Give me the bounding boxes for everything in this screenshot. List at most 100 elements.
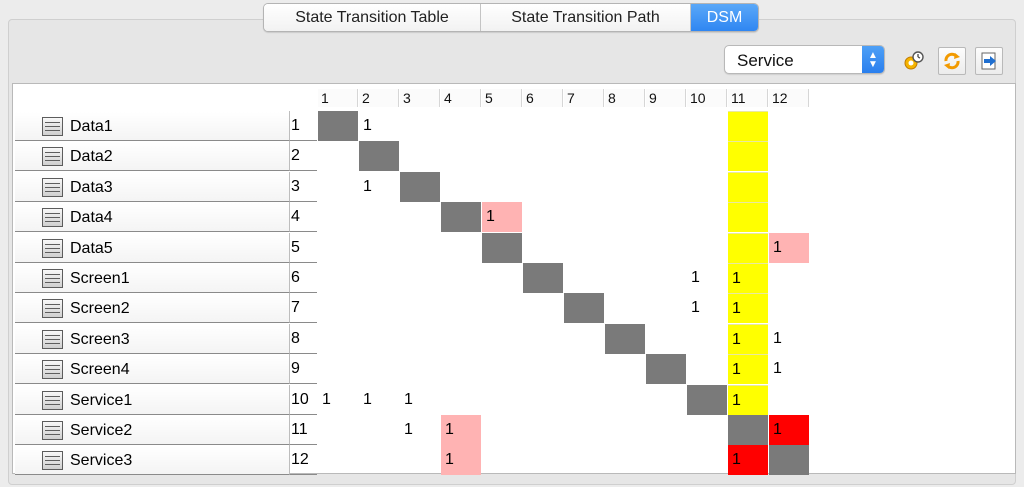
dsm-cell[interactable]: 1 [400, 385, 440, 415]
row-header-data1[interactable]: Data1 [15, 111, 289, 141]
dsm-cell[interactable] [728, 415, 768, 445]
row-number: 12 [289, 445, 317, 476]
column-header: 3 [400, 89, 440, 107]
row-label: Service1 [70, 391, 133, 409]
column-header: 6 [523, 89, 563, 107]
dsm-cell[interactable]: 1 [769, 324, 809, 354]
dsm-cell-highlight[interactable] [728, 202, 768, 233]
row-number: 1 [289, 111, 317, 141]
column-header: 5 [482, 89, 522, 107]
dsm-cell[interactable]: 1 [318, 385, 358, 415]
row-header-service1[interactable]: Service1 [15, 384, 289, 415]
row-number: 4 [289, 202, 317, 233]
element-icon [42, 421, 63, 440]
row-header-service2[interactable]: Service2 [15, 415, 289, 445]
dsm-cell[interactable]: 1 [769, 232, 809, 263]
dsm-cell-highlight[interactable] [728, 111, 768, 141]
row-header-data4[interactable]: Data4 [15, 202, 289, 233]
element-icon [42, 269, 63, 288]
element-icon [42, 147, 63, 167]
column-header: 2 [359, 89, 399, 107]
cluster-settings-icon [904, 51, 924, 70]
element-icon [42, 208, 63, 228]
row-label: Screen4 [70, 361, 130, 379]
dsm-cell-highlight[interactable] [728, 171, 768, 202]
row-number: 5 [289, 232, 317, 263]
dsm-cell[interactable]: 1 [359, 172, 399, 202]
dsm-diagonal-cell[interactable] [318, 111, 358, 141]
dsm-diagonal-cell[interactable] [646, 354, 686, 385]
dsm-cell[interactable]: 1 [482, 202, 522, 233]
dsm-cell-highlight[interactable]: 1 [728, 323, 768, 354]
row-header-screen2[interactable]: Screen2 [15, 293, 289, 324]
row-label: Service2 [70, 422, 133, 439]
row-header-screen3[interactable]: Screen3 [15, 323, 289, 354]
dsm-diagonal-cell[interactable] [605, 323, 645, 354]
dsm-cell[interactable]: 1 [441, 445, 481, 476]
tab-state-transition-path[interactable]: State Transition Path [481, 4, 691, 31]
element-icon [42, 117, 63, 136]
export-button[interactable] [975, 47, 1003, 75]
dsm-cell-highlight[interactable] [728, 232, 768, 263]
dsm-diagonal-cell[interactable] [400, 171, 440, 202]
dsm-diagonal-cell[interactable] [441, 202, 481, 233]
dsm-cell-highlight[interactable]: 1 [728, 384, 768, 415]
dsm-diagonal-cell[interactable] [482, 232, 522, 263]
refresh-button[interactable] [938, 47, 966, 75]
column-header: 11 [728, 89, 768, 107]
cluster-select[interactable]: Service ▲ ▼ [724, 45, 885, 74]
row-number: 8 [289, 323, 317, 354]
dsm-diagonal-cell[interactable] [564, 293, 604, 324]
dsm-cell-highlight[interactable]: 1 [728, 354, 768, 385]
dsm-diagonal-cell[interactable] [523, 263, 563, 293]
dsm-cell[interactable]: 1 [359, 111, 399, 141]
dsm-diagonal-cell[interactable] [359, 141, 399, 172]
element-icon [42, 360, 63, 380]
dsm-cell-highlight[interactable]: 1 [728, 293, 768, 324]
dsm-cell-highlight[interactable]: 1 [728, 263, 768, 293]
dsm-cell[interactable]: 1 [687, 293, 727, 323]
row-number: 9 [289, 354, 317, 385]
row-header-data3[interactable]: Data3 [15, 171, 289, 202]
row-header-screen1[interactable]: Screen1 [15, 263, 289, 293]
row-header-data2[interactable]: Data2 [15, 141, 289, 172]
dsm-cell[interactable] [769, 445, 809, 476]
row-label: Screen2 [70, 300, 130, 318]
row-label: Screen1 [70, 270, 130, 287]
dsm-cell[interactable]: 1 [769, 354, 809, 384]
row-label: Data2 [70, 148, 113, 166]
column-header: 1 [318, 89, 358, 107]
row-number: 6 [289, 263, 317, 293]
tab-state-transition-table[interactable]: State Transition Table [264, 4, 481, 31]
dsm-cell[interactable]: 1 [687, 263, 727, 293]
export-icon [981, 52, 996, 70]
column-header: 10 [687, 89, 727, 107]
cluster-select-value: Service [737, 51, 794, 70]
row-label: Data4 [70, 209, 113, 227]
dsm-cell[interactable]: 1 [769, 415, 809, 445]
row-header-screen4[interactable]: Screen4 [15, 354, 289, 385]
dsm-cell[interactable]: 1 [400, 415, 440, 445]
row-number: 7 [289, 293, 317, 324]
dsm-cell-highlight[interactable] [728, 141, 768, 172]
column-header: 9 [646, 89, 686, 107]
column-header: 4 [441, 89, 481, 107]
row-label: Data1 [70, 118, 113, 135]
dsm-diagonal-cell[interactable] [687, 384, 727, 415]
cluster-settings-button[interactable] [900, 47, 928, 75]
dsm-cell[interactable]: 1 [359, 385, 399, 415]
row-header-service3[interactable]: Service3 [15, 445, 289, 476]
view-tabs: State Transition Table State Transition … [263, 3, 759, 32]
row-number: 10 [289, 384, 317, 415]
tab-dsm[interactable]: DSM [691, 4, 758, 31]
row-number: 11 [289, 415, 317, 445]
row-label: Service3 [70, 452, 133, 470]
row-number: 3 [289, 171, 317, 202]
dsm-cell[interactable]: 1 [728, 445, 768, 476]
row-header-data5[interactable]: Data5 [15, 232, 289, 263]
row-label: Data5 [70, 239, 113, 257]
dsm-cell[interactable]: 1 [441, 415, 481, 445]
column-header: 8 [605, 89, 645, 107]
row-number: 2 [289, 141, 317, 172]
refresh-icon [944, 52, 960, 70]
